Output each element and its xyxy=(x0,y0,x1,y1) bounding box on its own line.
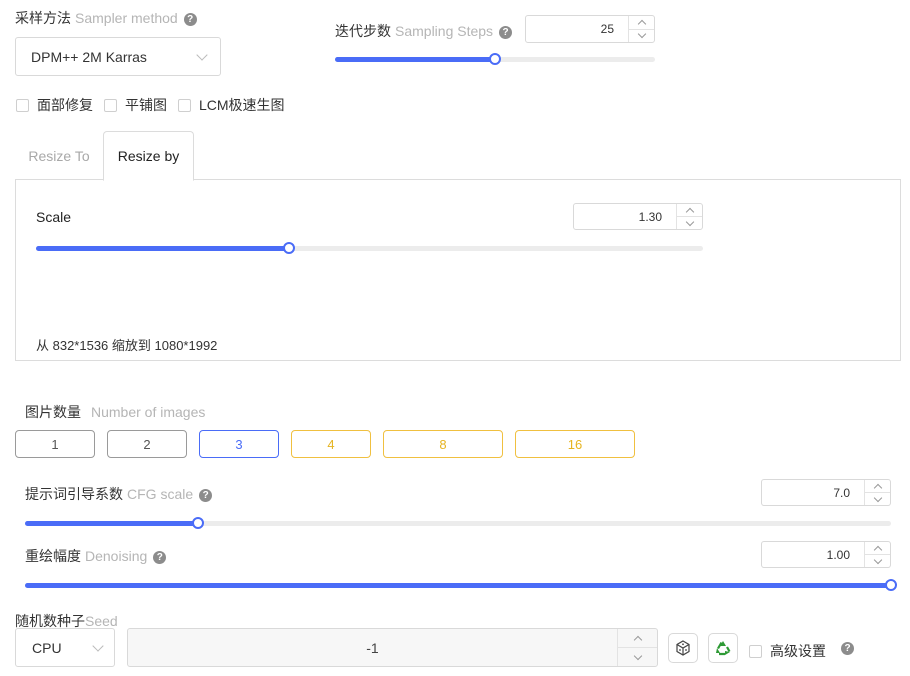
chevron-up-icon xyxy=(637,19,646,28)
chevron-down-icon xyxy=(873,493,882,502)
sampler-label: 采样方法 Sampler method? xyxy=(15,8,197,28)
images-label-cn: 图片数量 xyxy=(25,404,81,420)
checkbox-box[interactable] xyxy=(178,98,191,112)
denoise-slider[interactable] xyxy=(25,579,897,591)
chevron-up-icon xyxy=(633,635,642,644)
seed-device-select[interactable]: CPU xyxy=(15,628,115,667)
question-circle-icon[interactable]: ? xyxy=(183,13,197,26)
chevron-down-icon xyxy=(196,48,208,61)
checkbox-tiling[interactable]: 平铺图 xyxy=(104,95,167,115)
cfg-value[interactable]: 7.0 xyxy=(762,480,864,505)
dice-icon xyxy=(676,640,690,656)
chevron-down-icon xyxy=(633,651,642,660)
increment-button[interactable] xyxy=(618,629,657,647)
steps-value[interactable]: 25 xyxy=(526,16,628,42)
steps-slider-fill xyxy=(335,57,495,62)
reuse-seed-button[interactable] xyxy=(708,633,738,663)
images-label-en: Number of images xyxy=(91,404,206,420)
decrement-button[interactable] xyxy=(865,554,890,567)
denoise-label-en: Denoising xyxy=(85,548,148,564)
sampler-select-value: DPM++ 2M Karras xyxy=(31,48,147,65)
sampler-label-en: Sampler method xyxy=(75,10,178,26)
images-option-16[interactable]: 16 xyxy=(515,430,635,458)
cfg-slider-handle[interactable] xyxy=(192,517,205,529)
resize-panel: Scale 1.30 从 832*1536 缩放到 1080*1992 xyxy=(15,179,901,361)
chevron-down-icon xyxy=(92,639,104,652)
images-option-3[interactable]: 3 xyxy=(199,430,279,458)
chevron-up-icon xyxy=(685,207,694,216)
images-option-8[interactable]: 8 xyxy=(383,430,503,458)
checkbox-face-restore[interactable]: 面部修复 xyxy=(16,95,93,115)
checkbox-box[interactable] xyxy=(749,644,762,658)
seed-label-cn: 随机数种子 xyxy=(15,613,85,629)
cfg-number-input[interactable]: 7.0 xyxy=(761,479,891,506)
images-option-2[interactable]: 2 xyxy=(107,430,187,458)
scale-slider[interactable] xyxy=(36,242,703,254)
checkbox-box[interactable] xyxy=(16,98,29,112)
denoise-label: 重绘幅度 Denoising? xyxy=(25,546,167,566)
increment-button[interactable] xyxy=(865,542,890,554)
cfg-label: 提示词引导系数 CFG scale? xyxy=(25,484,213,504)
scale-slider-handle[interactable] xyxy=(283,242,296,254)
increment-button[interactable] xyxy=(677,204,702,216)
steps-number-input[interactable]: 25 xyxy=(525,15,655,43)
steps-label-cn: 迭代步数 xyxy=(335,23,391,39)
checkbox-lcm[interactable]: LCM极速生图 xyxy=(178,95,285,115)
scale-number-input[interactable]: 1.30 xyxy=(573,203,703,230)
recycle-icon xyxy=(716,641,731,656)
steps-slider[interactable] xyxy=(335,53,655,65)
question-circle-icon[interactable]: ? xyxy=(841,642,854,655)
increment-button[interactable] xyxy=(865,480,890,492)
seed-number-input[interactable]: -1 xyxy=(127,628,658,667)
advanced-settings-checkbox[interactable]: 高级设置 xyxy=(749,641,826,661)
images-option-4[interactable]: 4 xyxy=(291,430,371,458)
decrement-button[interactable] xyxy=(865,492,890,505)
denoise-value[interactable]: 1.00 xyxy=(762,542,864,567)
checkbox-label: 面部修复 xyxy=(37,97,93,113)
scale-value[interactable]: 1.30 xyxy=(574,204,676,229)
seed-device-value: CPU xyxy=(32,639,62,656)
denoise-label-cn: 重绘幅度 xyxy=(25,548,81,564)
seed-label-en: Seed xyxy=(85,613,118,629)
chevron-down-icon xyxy=(873,555,882,564)
decrement-button[interactable] xyxy=(618,647,657,666)
chevron-down-icon xyxy=(685,217,694,226)
steps-slider-handle[interactable] xyxy=(489,53,501,65)
question-circle-icon[interactable]: ? xyxy=(153,551,167,564)
seed-value[interactable]: -1 xyxy=(128,629,617,666)
sampler-label-cn: 采样方法 xyxy=(15,10,71,26)
chevron-up-icon xyxy=(873,545,882,554)
tab-resize-to[interactable]: Resize To xyxy=(15,131,103,180)
denoise-slider-handle[interactable] xyxy=(885,579,897,591)
random-seed-button[interactable] xyxy=(668,633,698,663)
denoise-slider-fill xyxy=(25,583,891,588)
scale-slider-fill xyxy=(36,246,290,251)
sampler-select[interactable]: DPM++ 2M Karras xyxy=(15,37,221,76)
chevron-down-icon xyxy=(637,30,646,39)
scale-label: Scale xyxy=(36,209,72,225)
checkbox-label: 平铺图 xyxy=(125,97,167,113)
steps-label-en: Sampling Steps xyxy=(395,23,494,39)
decrement-button[interactable] xyxy=(677,216,702,229)
cfg-label-cn: 提示词引导系数 xyxy=(25,486,123,502)
denoise-number-input[interactable]: 1.00 xyxy=(761,541,891,568)
checkbox-box[interactable] xyxy=(104,98,117,112)
advanced-settings-label: 高级设置 xyxy=(770,643,826,659)
question-circle-icon[interactable]: ? xyxy=(199,489,213,502)
increment-button[interactable] xyxy=(629,16,654,29)
checkbox-label: LCM极速生图 xyxy=(199,97,285,113)
question-circle-icon[interactable]: ? xyxy=(499,26,513,39)
cfg-label-en: CFG scale xyxy=(127,486,194,502)
chevron-up-icon xyxy=(873,483,882,492)
scale-info-text: 从 832*1536 缩放到 1080*1992 xyxy=(36,338,218,353)
images-label: 图片数量 Number of images xyxy=(25,402,205,422)
steps-label: 迭代步数 Sampling Steps? xyxy=(335,21,513,41)
decrement-button[interactable] xyxy=(629,28,654,43)
cfg-slider-fill xyxy=(25,521,199,526)
cfg-slider[interactable] xyxy=(25,517,891,529)
tab-resize-by[interactable]: Resize by xyxy=(103,131,194,181)
images-option-1[interactable]: 1 xyxy=(15,430,95,458)
